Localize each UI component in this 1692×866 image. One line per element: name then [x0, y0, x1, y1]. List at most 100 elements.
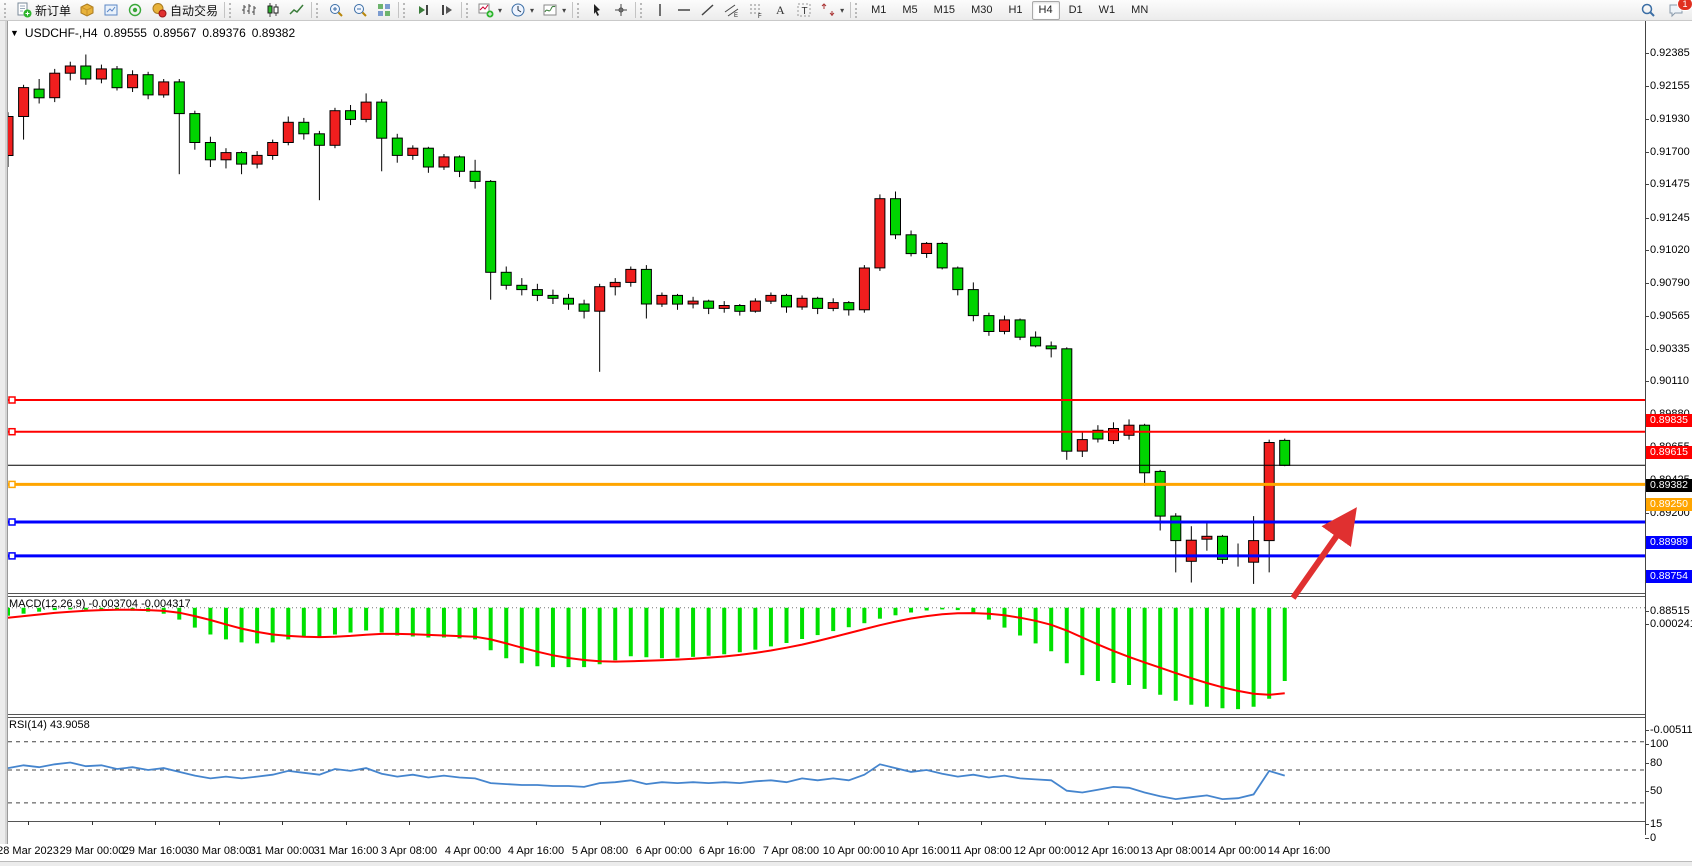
- candle: [906, 235, 916, 254]
- toolbar-grip[interactable]: [316, 3, 321, 18]
- price-tick-label: 0.90335: [1650, 343, 1692, 355]
- time-tick: [600, 821, 601, 825]
- candle: [859, 268, 869, 310]
- line-anchor-handle[interactable]: [9, 397, 15, 403]
- profiles-button[interactable]: [99, 0, 123, 21]
- text-label-button[interactable]: T: [792, 0, 816, 21]
- tile-windows-button[interactable]: [372, 0, 396, 21]
- line-anchor-handle[interactable]: [9, 429, 15, 435]
- fibonacci-button[interactable]: F: [744, 0, 768, 21]
- candlestick-chart-button[interactable]: [261, 0, 285, 21]
- tile-windows-icon: [376, 2, 392, 18]
- pane-separator[interactable]: [0, 714, 1646, 715]
- candle: [1249, 541, 1259, 563]
- time-axis-label: 28 Mar 2023: [0, 845, 59, 857]
- text-button[interactable]: A: [768, 0, 792, 21]
- timeframe-D1[interactable]: D1: [1062, 1, 1090, 20]
- indicators-button[interactable]: ▾: [474, 0, 506, 21]
- toolbar-grip[interactable]: [403, 3, 408, 18]
- candle: [968, 290, 978, 316]
- price-tick-label: 0.91245: [1650, 212, 1692, 224]
- svg-text:E: E: [734, 13, 738, 18]
- notifications-button[interactable]: 1: [1664, 0, 1688, 21]
- zoom-in-button[interactable]: [324, 0, 348, 21]
- toolbar-grip[interactable]: [466, 3, 471, 18]
- collapse-icon[interactable]: ▼: [10, 28, 19, 38]
- auto-scroll-button[interactable]: [411, 0, 435, 21]
- zoom-out-button[interactable]: [348, 0, 372, 21]
- toolbar-separator: [572, 2, 573, 18]
- toolbar-grip[interactable]: [577, 3, 582, 18]
- chart-shift-button[interactable]: [435, 0, 459, 21]
- timeframe-H4[interactable]: H4: [1032, 1, 1060, 20]
- candle: [704, 301, 714, 308]
- line-anchor-handle[interactable]: [9, 481, 15, 487]
- candle: [844, 303, 854, 310]
- line-chart-button[interactable]: [285, 0, 309, 21]
- macd-pane[interactable]: [0, 596, 1646, 714]
- time-axis-label: 6 Apr 16:00: [699, 845, 755, 857]
- market-watch-button[interactable]: [123, 0, 147, 21]
- window-splitter[interactable]: [0, 21, 8, 844]
- timeframe-H1[interactable]: H1: [1001, 1, 1029, 20]
- time-axis-label: 12 Apr 16:00: [1077, 845, 1139, 857]
- chevron-down-icon[interactable]: ▾: [498, 6, 502, 15]
- candle: [1000, 320, 1010, 332]
- rsi-tick-label: 80: [1650, 757, 1692, 769]
- time-tick: [727, 821, 728, 825]
- time-axis-label: 31 Mar 00:00: [250, 845, 315, 857]
- candle: [392, 138, 402, 155]
- toolbar-grip[interactable]: [640, 3, 645, 18]
- candle: [1124, 425, 1134, 435]
- trendline-button[interactable]: [696, 0, 720, 21]
- new-order-button[interactable]: 新订单: [12, 0, 75, 21]
- crosshair-button[interactable]: [609, 0, 633, 21]
- time-axis-label: 4 Apr 16:00: [508, 845, 564, 857]
- rsi-pane[interactable]: [0, 717, 1646, 821]
- vertical-line-button[interactable]: [648, 0, 672, 21]
- line-anchor-handle[interactable]: [9, 519, 15, 525]
- toolbar-grip[interactable]: [855, 3, 860, 18]
- candle: [937, 243, 947, 268]
- time-tick: [1235, 821, 1236, 825]
- time-tick: [1172, 821, 1173, 825]
- timeframe-M15[interactable]: M15: [927, 1, 962, 20]
- time-axis-label: 6 Apr 00:00: [636, 845, 692, 857]
- equidistant-channel-button[interactable]: E: [720, 0, 744, 21]
- periods-button[interactable]: ▾: [506, 0, 538, 21]
- line-anchor-handle[interactable]: [9, 553, 15, 559]
- timeframe-W1[interactable]: W1: [1092, 1, 1123, 20]
- toolbar-grip[interactable]: [229, 3, 234, 18]
- ohlc-close: 0.89382: [252, 26, 295, 40]
- chevron-down-icon[interactable]: ▾: [840, 6, 844, 15]
- candle: [486, 181, 496, 272]
- text-a-icon: A: [772, 2, 788, 18]
- time-axis-label: 31 Mar 16:00: [314, 845, 379, 857]
- fibonacci-icon: F: [748, 2, 764, 18]
- timeframe-MN[interactable]: MN: [1124, 1, 1155, 20]
- pane-separator[interactable]: [0, 593, 1646, 594]
- timeframe-M30[interactable]: M30: [964, 1, 999, 20]
- candle: [1264, 443, 1274, 541]
- timeframe-M5[interactable]: M5: [895, 1, 924, 20]
- arrows-button[interactable]: ▾: [816, 0, 848, 21]
- time-axis-label: 10 Apr 00:00: [823, 845, 885, 857]
- cursor-button[interactable]: [585, 0, 609, 21]
- candlestick-pane[interactable]: [0, 22, 1646, 594]
- time-axis-label: 11 Apr 08:00: [950, 845, 1012, 857]
- templates-button[interactable]: ▾: [538, 0, 570, 21]
- chevron-down-icon[interactable]: ▾: [530, 6, 534, 15]
- chart-cube-button[interactable]: [75, 0, 99, 21]
- template-icon: [542, 2, 558, 18]
- bar-chart-button[interactable]: [237, 0, 261, 21]
- toolbar-separator: [311, 2, 312, 18]
- indicators-icon: [478, 2, 494, 18]
- horizontal-line-button[interactable]: [672, 0, 696, 21]
- timeframe-M1[interactable]: M1: [864, 1, 893, 20]
- toolbar-grip[interactable]: [4, 3, 9, 18]
- autotrading-button[interactable]: 自动交易: [147, 0, 222, 21]
- search-button[interactable]: [1636, 0, 1660, 21]
- price-tick-label: 0.88515: [1650, 605, 1692, 617]
- time-tick: [981, 821, 982, 825]
- chevron-down-icon[interactable]: ▾: [562, 6, 566, 15]
